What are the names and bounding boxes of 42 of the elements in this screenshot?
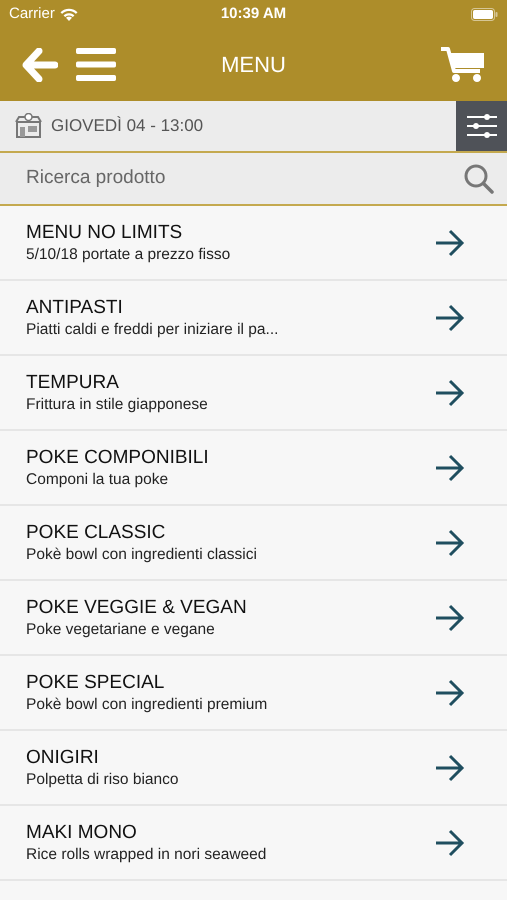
search-field[interactable]: Ricerca prodotto — [26, 164, 463, 193]
category-title: ANTIPASTI — [26, 296, 124, 320]
cart-icon[interactable] — [441, 46, 485, 83]
arrow-right-icon — [435, 228, 465, 256]
category-description: Frittura in stile giapponese — [26, 394, 209, 414]
category-description: Rice rolls wrapped in nori seaweed — [26, 844, 268, 864]
category-description: Poke vegetariane e vegane — [26, 620, 216, 640]
category-title: POKE VEGGIE & VEGAN — [26, 596, 248, 620]
back-arrow-icon[interactable] — [22, 48, 58, 82]
arrow-right-icon — [435, 528, 465, 556]
arrow-right-icon — [435, 604, 465, 632]
category-title: POKE CLASSIC — [26, 520, 166, 544]
category-title: ONIGIRI — [26, 746, 100, 770]
battery-icon — [471, 8, 498, 20]
category-description: Componi la tua poke — [26, 470, 170, 490]
arrow-right-icon — [435, 828, 465, 856]
category-title: MAKI MONO — [26, 820, 138, 844]
carrier-label: Carrier — [9, 4, 55, 24]
clock-time: 10:39 AM — [220, 4, 286, 24]
category-description: Pokè bowl con ingredienti classici — [26, 544, 258, 564]
category-title: POKE COMPONIBILI — [26, 446, 210, 470]
arrow-right-icon — [435, 454, 465, 482]
arrow-right-icon — [435, 378, 465, 406]
search-bar[interactable]: Ricerca prodotto — [0, 153, 507, 206]
category-description: 5/10/18 portate a prezzo fisso — [26, 244, 232, 264]
search-icon[interactable] — [463, 162, 495, 194]
filter-button[interactable] — [456, 101, 507, 151]
arrow-right-icon — [435, 678, 465, 706]
category-title: MENU NO LIMITS — [26, 220, 184, 244]
screen-title: MENU — [221, 51, 286, 79]
wifi-icon — [60, 8, 78, 20]
menu-icon[interactable] — [76, 48, 116, 81]
category-description: Polpetta di riso bianco — [26, 770, 180, 790]
delivery-time: GIOVEDÌ 04 - 13:00 — [51, 115, 204, 138]
sliders-icon — [466, 113, 496, 139]
category-title: POKE SPECIAL — [26, 670, 166, 694]
arrow-right-icon — [435, 754, 465, 782]
category-description: Piatti caldi e freddi per iniziare il pa... — [26, 320, 280, 340]
category-description: Pokè bowl con ingredienti premium — [26, 694, 268, 714]
arrow-right-icon — [435, 304, 465, 332]
store-icon — [15, 113, 42, 139]
category-title: TEMPURA — [26, 370, 120, 394]
